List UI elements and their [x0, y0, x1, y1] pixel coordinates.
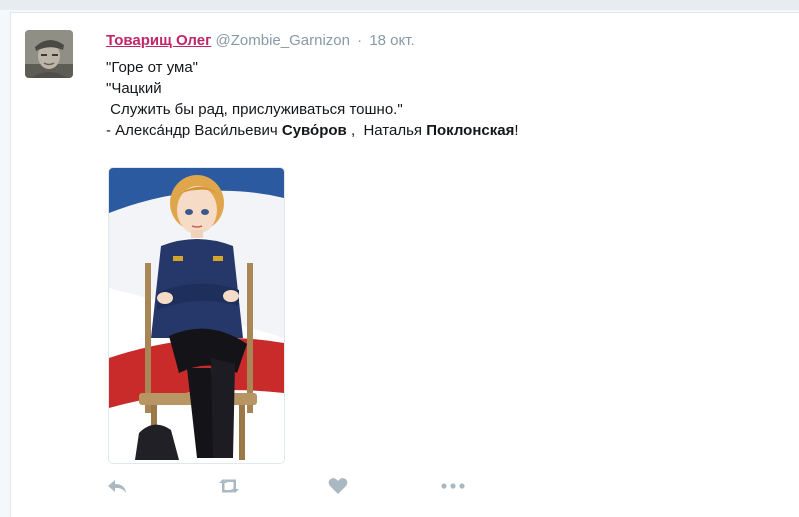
author-name[interactable]: Товарищ Олег: [106, 32, 211, 49]
tweet-media-image[interactable]: [108, 167, 285, 464]
separator-dot: ·: [357, 32, 363, 49]
reply-icon: [108, 480, 126, 493]
tweet-line-4-prefix: - Алекса́ндр Васи́льевич: [106, 122, 282, 139]
tweet-line-1: "Горе от ума": [106, 59, 198, 76]
tweet-line-4: - Алекса́ндр Васи́льевич Суво́ров , Ната…: [106, 120, 519, 141]
heart-icon: [328, 478, 348, 494]
like-button[interactable]: [327, 475, 349, 502]
retweet-icon: [219, 479, 239, 493]
more-button[interactable]: [439, 475, 467, 502]
tweet-text: "Горе от ума" "Чацкий Служить бы рад, пр…: [106, 57, 519, 141]
bold-name-poklonskaya: Поклонская: [426, 122, 515, 139]
tweet-header: Товарищ Олег @Zombie_Garnizon · 18 окт.: [106, 31, 415, 51]
retweet-button[interactable]: [216, 475, 242, 502]
tweet-line-4-suffix: !: [514, 122, 519, 139]
reply-button[interactable]: [106, 475, 128, 502]
tweet-line-3: Служить бы рад, прислуживаться тошно.": [106, 101, 403, 118]
top-strip: [0, 0, 799, 10]
avatar[interactable]: [25, 30, 73, 78]
tweet-line-2: "Чацкий: [106, 80, 162, 97]
author-handle[interactable]: @Zombie_Garnizon: [216, 32, 350, 49]
bold-name-suvorov: Суво́ров: [281, 122, 347, 139]
more-icon: [441, 483, 465, 489]
tweet-card[interactable]: Товарищ Олег @Zombie_Garnizon · 18 окт. …: [10, 12, 799, 517]
tweet-line-4-middle: , Наталья: [346, 122, 427, 139]
tweet-date[interactable]: 18 окт.: [369, 32, 414, 49]
